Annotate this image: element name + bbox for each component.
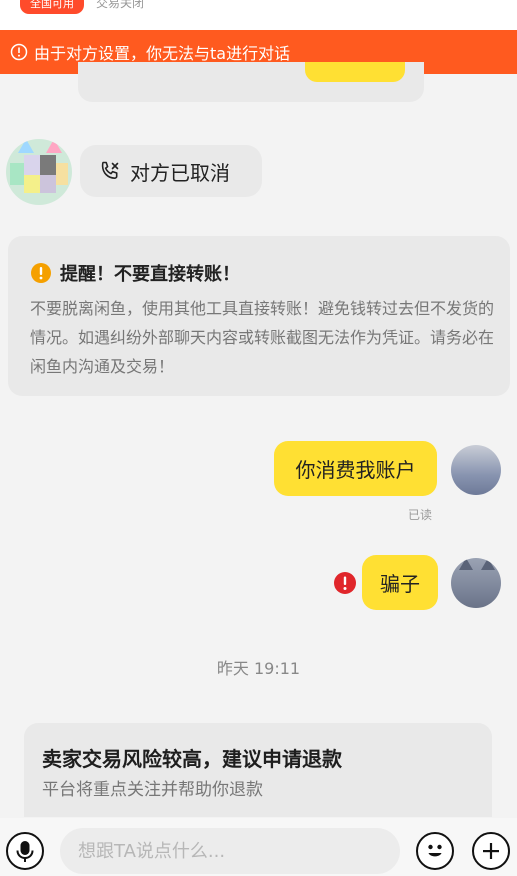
my-message-bubble[interactable]: 骗子 <box>362 555 438 610</box>
call-status-text: 对方已取消 <box>130 160 230 185</box>
banner-text: 由于对方设置，你无法与ta进行对话 <box>34 44 291 63</box>
voice-input-button[interactable] <box>6 832 44 870</box>
my-message-bubble[interactable]: 你消费我账户 <box>274 441 437 496</box>
top-strip: 全国可用 交易关闭 <box>0 0 517 30</box>
microphone-icon <box>16 841 34 862</box>
message-timestamp: 昨天 19:11 <box>216 659 301 678</box>
notice-title: 提醒！不要直接转账！ <box>30 260 240 286</box>
read-status: 已读 <box>408 508 433 522</box>
warning-icon <box>31 263 51 283</box>
input-bar <box>0 818 517 876</box>
more-actions-button[interactable] <box>472 832 510 870</box>
message-input[interactable] <box>60 828 400 874</box>
emoji-button[interactable] <box>416 832 454 870</box>
my-avatar[interactable] <box>451 445 501 495</box>
safety-notice-card: 提醒！不要直接转账！ 不要脱离闲鱼，使用其他工具直接转账！避免钱转过去但不发货的… <box>8 236 510 396</box>
info-icon <box>10 43 28 61</box>
phone-cancelled-icon <box>101 161 119 179</box>
cancelled-call-message[interactable]: 对方已取消 <box>80 145 262 197</box>
message-text: 骗子 <box>380 572 420 596</box>
notice-title-text: 提醒！不要直接转账！ <box>60 264 240 285</box>
refund-title: 卖家交易风险较高，建议申请退款 <box>42 747 342 771</box>
emoji-icon <box>428 844 442 857</box>
other-party-avatar[interactable] <box>6 139 72 205</box>
deal-status-text: 交易关闭 <box>96 0 145 10</box>
availability-badge: 全国可用 <box>20 0 84 14</box>
my-avatar[interactable] <box>451 558 501 608</box>
plus-icon <box>483 843 499 859</box>
refund-suggestion-card[interactable]: 卖家交易风险较高，建议申请退款 平台将重点关注并帮助你退款 <box>24 723 492 817</box>
notice-body: 不要脱离闲鱼，使用其他工具直接转账！避免钱转过去但不发货的情况。如遇纠纷外部聊天… <box>30 299 495 376</box>
message-text: 你消费我账户 <box>295 458 416 482</box>
send-failed-icon[interactable] <box>333 571 357 595</box>
refund-subtitle: 平台将重点关注并帮助你退款 <box>42 780 263 800</box>
previous-card-button[interactable] <box>305 62 405 82</box>
